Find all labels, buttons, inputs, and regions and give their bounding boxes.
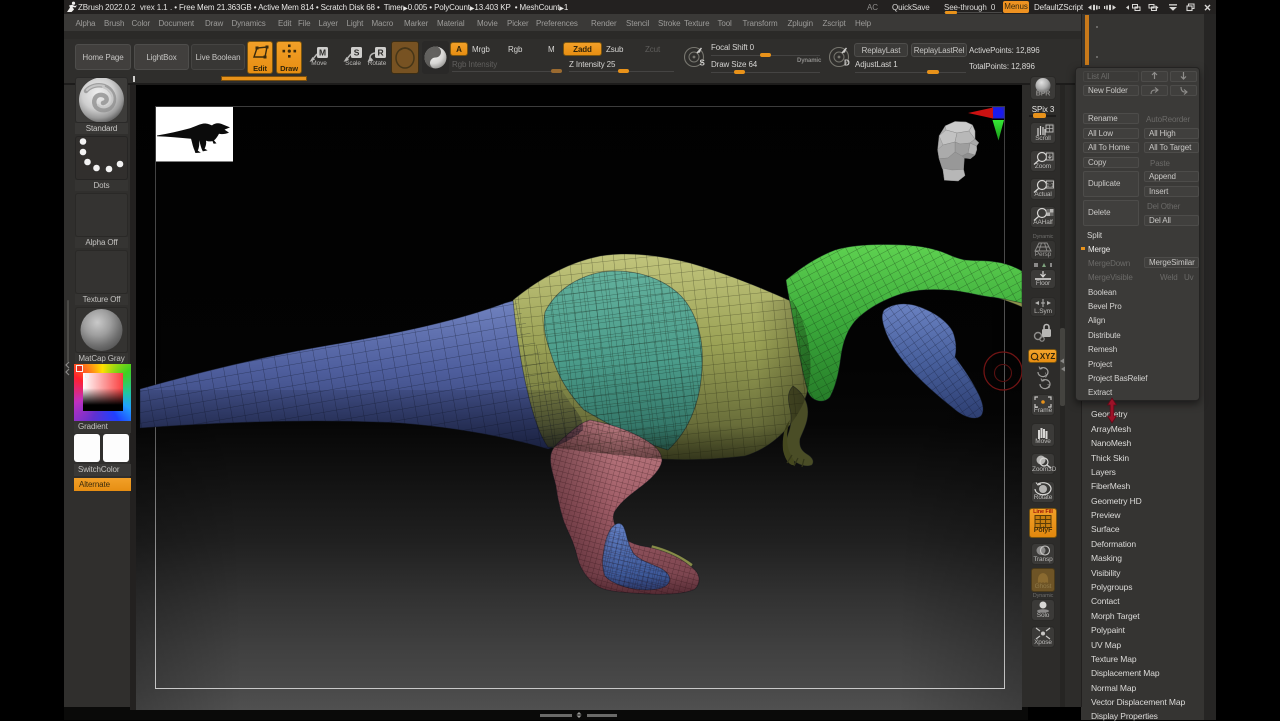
- svg-text:M: M: [319, 48, 326, 58]
- svg-text:D: D: [844, 59, 850, 68]
- svg-text:S: S: [354, 48, 360, 58]
- svg-text:S: S: [700, 59, 706, 68]
- svg-text:BPR: BPR: [1036, 91, 1050, 98]
- svg-text:1:1: 1:1: [1046, 183, 1053, 189]
- svg-text:z: z: [1047, 384, 1050, 390]
- svg-text:R: R: [377, 48, 383, 58]
